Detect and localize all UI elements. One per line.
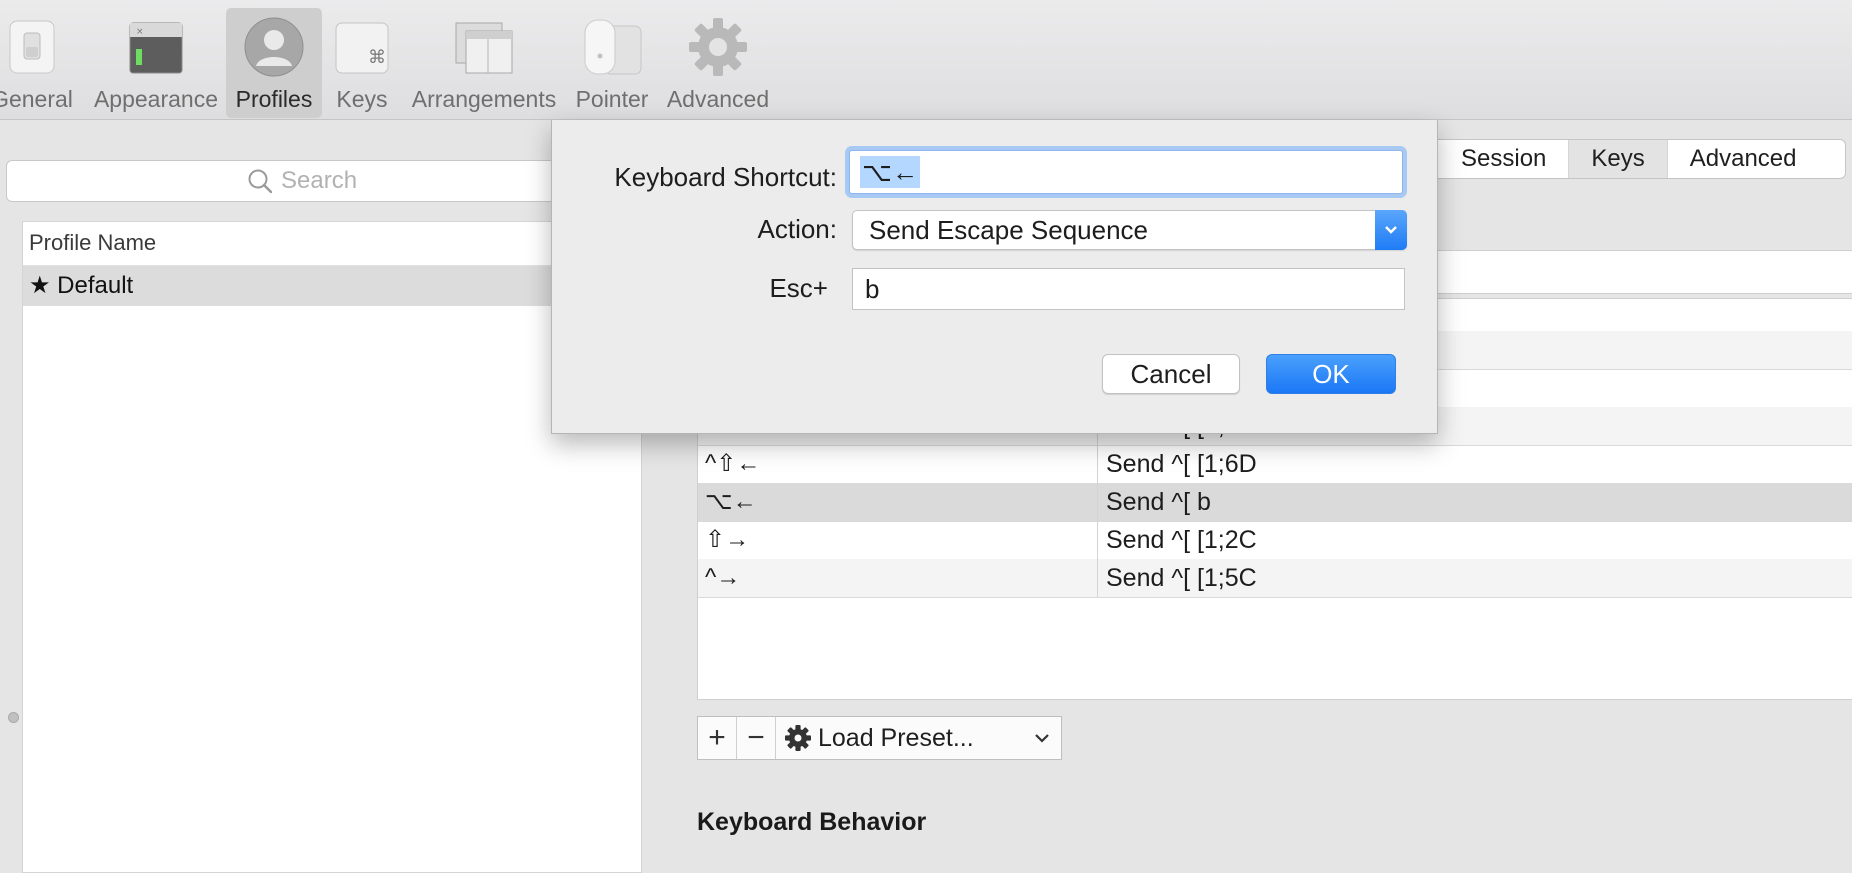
advanced-gear-icon [686, 14, 750, 80]
toolbar-label: General [0, 86, 73, 112]
search-placeholder-group: Search [247, 161, 357, 201]
profile-row-default[interactable]: ★ Default [23, 266, 641, 306]
preferences-toolbar: General × Appearance Profiles ⌘ Keys Arr… [0, 0, 1852, 120]
key-cell: ⇧→ [698, 521, 1098, 559]
chevron-down-icon [1035, 734, 1049, 743]
profile-name-column-header[interactable]: Profile Name [23, 222, 641, 266]
remove-mapping-button[interactable]: − [737, 717, 776, 759]
table-row[interactable]: ^→ Send ^[ [1;5C [698, 559, 1852, 598]
esc-sequence-input[interactable]: b [852, 268, 1405, 310]
chevron-down-icon[interactable] [1375, 210, 1407, 250]
action-selected-value: Send Escape Sequence [869, 215, 1148, 245]
key-cell: ^⇧← [698, 445, 1098, 483]
action-cell: Send ^[ [1;2C [1106, 526, 1257, 554]
key-cell: ⌥← [698, 483, 1098, 521]
toolbar-item-pointer[interactable]: Pointer [570, 8, 654, 118]
action-cell: Send ^[ b [1106, 488, 1211, 516]
key-cell: ^→ [698, 559, 1098, 597]
toolbar-label: Advanced [666, 86, 770, 112]
table-row-selected[interactable]: ⌥← Send ^[ b [698, 483, 1852, 522]
toolbar-item-appearance[interactable]: × Appearance [92, 8, 220, 118]
toolbar-item-general[interactable]: General [0, 8, 78, 118]
keys-command-icon: ⌘ [330, 14, 394, 80]
toolbar-item-advanced[interactable]: Advanced [660, 8, 776, 118]
pointer-mouse-icon [580, 14, 644, 80]
profile-user-icon [242, 14, 306, 80]
load-preset-label: Load Preset... [818, 723, 974, 752]
table-row[interactable]: ^⇧← Send ^[ [1;6D [698, 445, 1852, 484]
arrangements-window-icon [452, 14, 516, 80]
toolbar-label: Pointer [575, 86, 649, 112]
keyboard-behavior-heading: Keyboard Behavior [697, 808, 927, 836]
split-view-handle[interactable] [8, 712, 19, 723]
action-select[interactable]: Send Escape Sequence [852, 210, 1407, 250]
key-mapping-dialog: Keyboard Shortcut: ⌥← Action: Send Escap… [551, 120, 1438, 434]
profile-list: Profile Name ★ Default [22, 221, 642, 873]
cancel-button[interactable]: Cancel [1102, 354, 1240, 394]
keys-settings-strip [1420, 250, 1852, 294]
esc-label: Esc+ [769, 273, 828, 303]
toolbar-item-keys[interactable]: ⌘ Keys [326, 8, 398, 118]
tab-keys[interactable]: Keys [1568, 140, 1667, 178]
esc-sequence-value: b [865, 274, 880, 304]
toolbar-item-profiles[interactable]: Profiles [226, 8, 322, 118]
general-switch-icon [0, 14, 64, 80]
toolbar-label: Keys [336, 86, 388, 112]
toolbar-label: Arrangements [411, 86, 557, 112]
table-row[interactable]: ⇧→ Send ^[ [1;2C [698, 521, 1852, 560]
keyboard-shortcut-field[interactable]: ⌥← [849, 150, 1403, 194]
action-cell: Send ^[ [1;5C [1106, 564, 1257, 592]
svg-text:⌘: ⌘ [368, 47, 386, 68]
action-cell: Send ^[ [1;6D [1106, 450, 1257, 478]
appearance-window-icon: × [124, 14, 188, 80]
keyboard-shortcut-value: ⌥← [860, 156, 920, 188]
load-preset-dropdown[interactable]: Load Preset... [776, 717, 1061, 759]
gear-icon [785, 725, 811, 751]
profile-tabs: Session Keys Advanced [1410, 139, 1846, 179]
toolbar-label: Profiles [235, 86, 313, 112]
ok-button[interactable]: OK [1266, 354, 1396, 394]
keyboard-shortcut-label: Keyboard Shortcut: [614, 162, 837, 192]
toolbar-item-arrangements[interactable]: Arrangements [408, 8, 560, 118]
svg-text:×: × [136, 27, 144, 37]
key-mappings-toolbar: + − Load Preset... [697, 716, 1062, 760]
search-placeholder: Search [281, 167, 358, 194]
action-label: Action: [757, 214, 838, 244]
search-icon [248, 169, 273, 194]
add-mapping-button[interactable]: + [698, 717, 737, 759]
tab-advanced[interactable]: Advanced [1666, 140, 1819, 178]
toolbar-label: Appearance [93, 86, 219, 112]
